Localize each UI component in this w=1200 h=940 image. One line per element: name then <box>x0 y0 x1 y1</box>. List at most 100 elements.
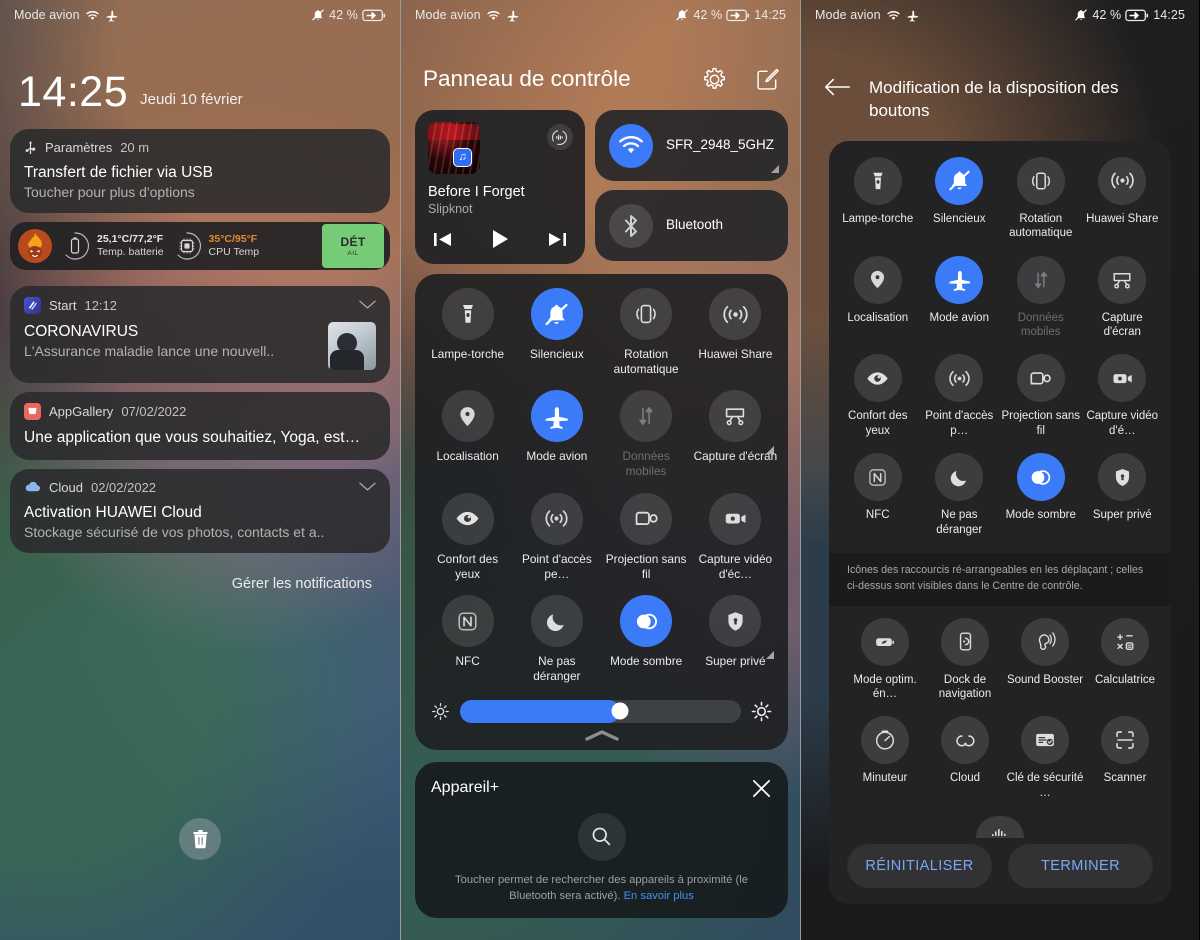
notification-item[interactable]: Cloud 02/02/2022 Activation HUAWEI Cloud… <box>10 468 390 553</box>
tile-eye-comfort[interactable]: Confort des yeux <box>837 354 919 440</box>
available-tiles-grid: Mode optim. én… Dock de navigation Sound… <box>845 617 1155 803</box>
tile-wireless-projection[interactable]: Projection sans fil <box>602 492 691 583</box>
tile-power-saving[interactable]: Mode optim. én… <box>845 617 925 704</box>
learn-more-link[interactable]: En savoir plus <box>624 890 694 902</box>
sound-output-icon[interactable] <box>546 124 573 150</box>
notification-item[interactable]: Start 12:12 CORONAVIRUS L'Assurance mala… <box>10 285 390 383</box>
tile-screen-recorder[interactable]: Capture vidéo d'é… <box>1082 354 1164 440</box>
bell-muted-icon <box>675 8 689 22</box>
tile-wireless-projection[interactable]: Projection sans fil <box>1000 354 1082 440</box>
tile-label: Dock de navigation <box>938 673 992 701</box>
available-tiles-section: Mode optim. én… Dock de navigation Sound… <box>837 606 1163 839</box>
tile-auto-rotate[interactable]: Rotation automatique <box>1000 156 1082 243</box>
next-icon[interactable] <box>546 230 568 249</box>
tile-screenshot[interactable]: Capture d'écran <box>691 390 780 480</box>
chevron-down-icon[interactable] <box>359 300 376 310</box>
tile-airplane-mode[interactable]: Mode avion <box>919 255 1001 342</box>
notification-app-name: AppGallery <box>49 403 114 419</box>
gear-icon[interactable] <box>702 67 727 92</box>
tile-calculator[interactable]: Calculatrice <box>1085 617 1165 704</box>
tile-dark-mode[interactable]: Mode sombre <box>1000 453 1082 539</box>
performance-widget[interactable]: 25,1°C/77,2°F Temp. batterie 35°C/95°F C… <box>10 221 390 270</box>
tile-do-not-disturb[interactable]: Ne pas déranger <box>919 453 1001 539</box>
music-icon: ♫ <box>453 148 472 167</box>
notification-usb-transfer[interactable]: Paramètres 20 m Transfert de fichier via… <box>10 128 390 213</box>
play-icon[interactable] <box>488 227 512 251</box>
status-mode-label: Mode avion <box>415 8 481 22</box>
tile-screen-recorder[interactable]: Capture vidéo d'éc… <box>691 492 780 583</box>
screen-record-icon <box>1098 354 1147 403</box>
tile-silent[interactable]: Silencieux <box>512 288 601 378</box>
screenshot-icon <box>1098 255 1147 304</box>
tile-nfc[interactable]: NFC <box>423 595 512 685</box>
tile-flashlight[interactable]: Lampe-torche <box>837 156 919 243</box>
tile-location[interactable]: Localisation <box>837 255 919 342</box>
tile-security-key[interactable]: Clé de sécurité … <box>1005 716 1085 802</box>
tile-label: Projection sans fil <box>605 551 687 581</box>
notification-title: Une application que vous souhaitiez, Yog… <box>24 428 361 446</box>
device-search-button[interactable] <box>577 812 626 861</box>
bell-muted-icon <box>311 8 325 22</box>
search-icon <box>590 825 613 848</box>
expand-corner-icon[interactable] <box>766 446 774 455</box>
close-icon[interactable] <box>751 778 772 799</box>
tile-super-private[interactable]: Super privé <box>691 595 780 685</box>
manage-notifications-link[interactable]: Gérer les notifications <box>10 562 390 592</box>
tile-dark-mode[interactable]: Mode sombre <box>602 595 691 685</box>
bluetooth-toggle[interactable]: Bluetooth <box>594 190 788 261</box>
performance-action-button[interactable]: DÉT AIL <box>322 223 384 268</box>
bell-muted-icon <box>1074 8 1088 22</box>
airplane-icon <box>935 255 984 304</box>
status-clock: 14:25 <box>754 8 786 22</box>
tile-huawei-share[interactable]: Huawei Share <box>1082 156 1164 243</box>
tile-label: Sound Booster <box>1006 673 1084 686</box>
tile-airplane-mode[interactable]: Mode avion <box>512 390 601 480</box>
tile-auto-rotate[interactable]: Rotation automatique <box>602 288 691 378</box>
expand-handle[interactable] <box>423 729 780 742</box>
notification-subtitle: L'Assurance maladie lance une nouvell.. <box>24 342 275 359</box>
tile-mobile-data[interactable]: Données mobiles <box>1000 255 1082 342</box>
tile-huawei-share[interactable]: Huawei Share <box>691 288 780 378</box>
edit-icon[interactable] <box>755 67 780 92</box>
clear-all-button[interactable] <box>179 818 221 860</box>
previous-icon[interactable] <box>432 230 454 249</box>
tile-nav-dock[interactable]: Dock de navigation <box>925 617 1005 704</box>
tile-timer[interactable]: Minuteur <box>845 716 925 802</box>
tile-eye-comfort[interactable]: Confort des yeux <box>423 492 512 583</box>
reset-button[interactable]: RÉINITIALISER <box>847 844 992 889</box>
notification-item[interactable]: AppGallery 07/02/2022 Une application qu… <box>10 391 390 460</box>
media-player-card[interactable]: ♫ Before I Forget Slipknot <box>415 110 585 264</box>
chevron-down-icon[interactable] <box>359 482 376 492</box>
nfc-icon <box>853 453 902 502</box>
tile-hotspot[interactable]: Point d'accès pe… <box>512 492 601 583</box>
brightness-slider[interactable] <box>460 699 741 723</box>
tile-label: Mode avion <box>526 449 588 464</box>
tile-super-private[interactable]: Super privé <box>1082 453 1164 539</box>
notification-list: Start 12:12 CORONAVIRUS L'Assurance mala… <box>0 270 400 592</box>
tile-do-not-disturb[interactable]: Ne pas déranger <box>512 595 601 685</box>
trash-icon <box>191 829 210 849</box>
tile-nfc[interactable]: NFC <box>837 453 919 539</box>
tile-sound-booster[interactable]: Sound Booster <box>1005 617 1085 704</box>
tile-flashlight[interactable]: Lampe-torche <box>423 288 512 378</box>
tile-screenshot[interactable]: Capture d'écran <box>1082 255 1164 342</box>
tile-label: NFC <box>865 509 890 522</box>
wifi-toggle[interactable]: SFR_2948_5GHZ <box>594 110 788 181</box>
tile-label: Localisation <box>436 449 499 464</box>
tile-mobile-data[interactable]: Données mobiles <box>602 390 691 480</box>
tile-cloud[interactable]: Cloud <box>925 716 1005 802</box>
flame-mascot-icon <box>18 228 52 263</box>
wifi-network-name: SFR_2948_5GHZ <box>665 137 774 153</box>
expand-corner-icon[interactable] <box>766 651 774 660</box>
tile-silent[interactable]: Silencieux <box>919 156 1001 243</box>
arrow-left-icon[interactable] <box>823 76 851 98</box>
device-plus-card: Appareil+ Toucher permet de rechercher d… <box>415 761 788 919</box>
tile-hotspot[interactable]: Point d'accès p… <box>919 354 1001 440</box>
tile-location[interactable]: Localisation <box>423 390 512 480</box>
battery-charging-icon <box>726 9 750 22</box>
sound-booster-icon <box>1021 617 1069 666</box>
clock-date: Jeudi 10 février <box>140 90 243 108</box>
done-button[interactable]: TERMINER <box>1008 844 1153 889</box>
expand-corner-icon[interactable] <box>771 165 779 173</box>
tile-scanner[interactable]: Scanner <box>1085 716 1165 802</box>
